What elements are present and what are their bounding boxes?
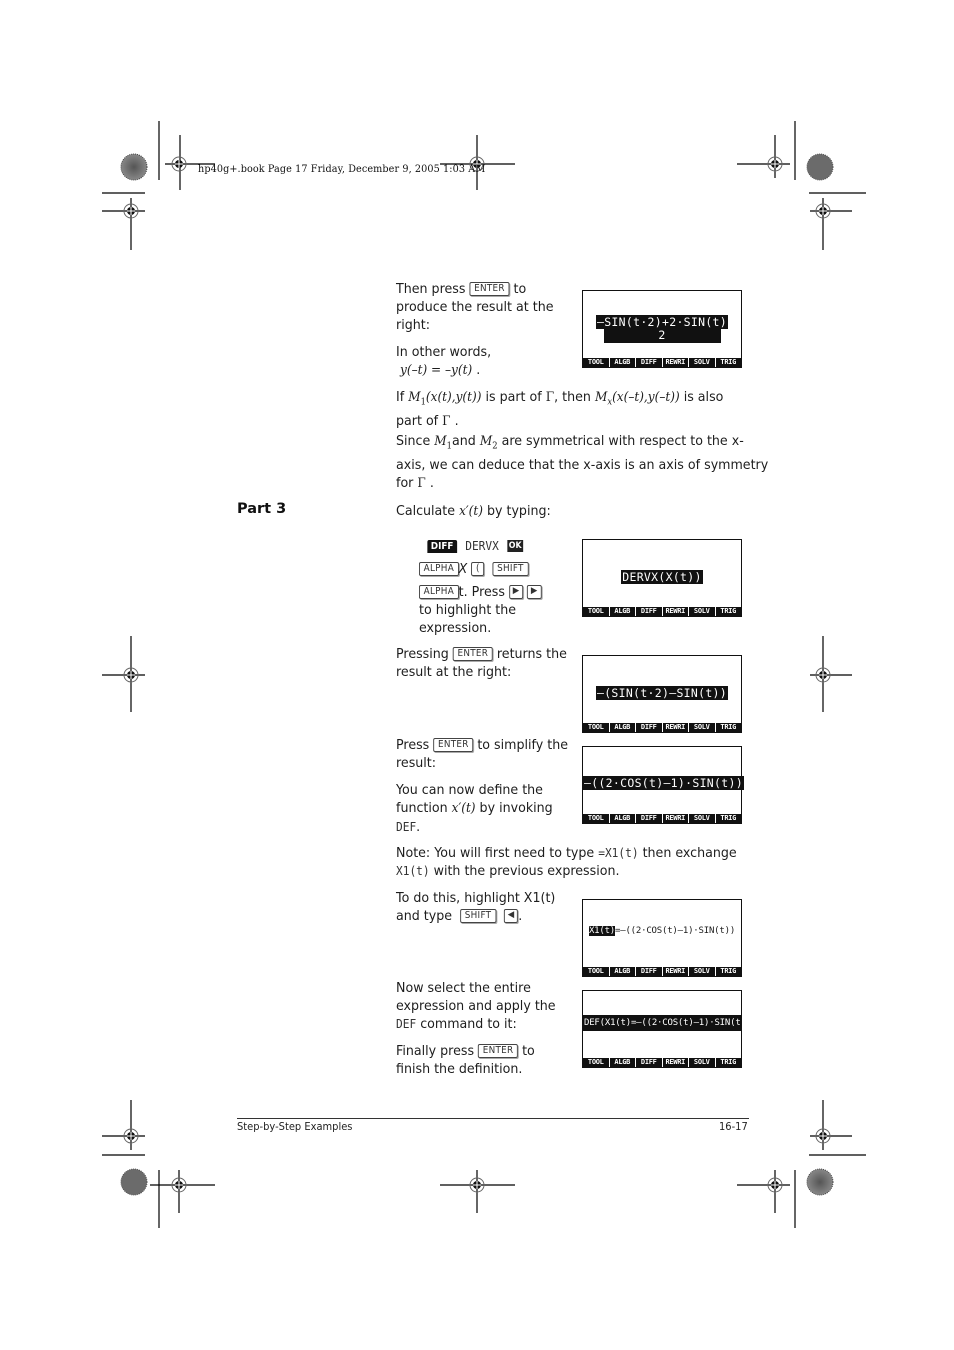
calculator-screen-simplified: –((2·COS(t)–1)·SIN(t)) TOOL ALGB DIFF REWRI… [582, 746, 744, 824]
enter-key: ENTER [478, 1044, 519, 1058]
screen-expression: DEF(X1(t)=–((2·COS(t)–1)·SIN(t))) [584, 1018, 757, 1028]
left-arrow-key: ◀ [504, 909, 519, 923]
math-m1: M1(x(t),y(t)) [408, 390, 482, 408]
screen-expression-line2: 2 [603, 328, 721, 343]
print-slug: hp40g+.book Page 17 Friday, December 9, … [198, 163, 486, 175]
alpha-key: ALPHA [419, 562, 459, 576]
softkey-menu: TOOL ALGB DIFF REWRI SOLV TRIG [583, 814, 741, 823]
section-heading-part-3: Part 3 [237, 501, 287, 517]
paragraph-pressing: Pressing ENTER returns the result at the… [396, 646, 567, 680]
enter-key: ENTER [452, 647, 493, 661]
diff-softkey: DIFF [427, 539, 458, 553]
math-mx: Mx(x(–t),y(–t)) [594, 390, 680, 408]
alpha-key: ALPHA [419, 585, 459, 599]
calculator-screen-dervx: DERVX(X(t)) TOOL ALGB DIFF REWRI SOLV TRIG [582, 539, 742, 617]
screen-expression: –((2·COS(t)–1)·SIN(t)) [583, 776, 744, 790]
keystroke-sequence: DIFF DERVX OK ALPHA X ( SHIFT ALPHA t. Pre… [419, 535, 542, 604]
calculator-screen-result-1: –SIN(t·2)+2·SIN(t) 2 TOOL ALGB DIFF REWRI SO… [582, 290, 742, 368]
right-arrow-key: ▶ [508, 585, 524, 599]
footer-rule [237, 1118, 749, 1119]
enter-key: ENTER [469, 282, 510, 296]
screen-expression: DERVX(X(t)) [621, 570, 703, 584]
softkey-menu: TOOL ALGB DIFF REWRI SOLV TRIG [583, 607, 741, 616]
screen-expression: –(SIN(t·2)–SIN(t)) [595, 686, 729, 700]
calculator-screen-derivative: –(SIN(t·2)–SIN(t)) TOOL ALGB DIFF REWRI SOLV… [582, 655, 742, 733]
equation-y-odd: y(–t) = –y(t) [400, 363, 473, 378]
softkey-menu: TOOL ALGB DIFF REWRI SOLV TRIG [583, 723, 741, 732]
paragraph-to-do-this: To do this, highlight X1(t) and type SHI… [396, 890, 556, 924]
calculator-screen-x1-equation: X1(t)=–((2·COS(t)–1)·SIN(t)) TOOL ALGB DIF… [582, 899, 742, 977]
softkey-menu: TOOL ALGB DIFF REWRI SOLV TRIG [583, 967, 741, 976]
enter-key: ENTER [433, 738, 474, 752]
paragraph-note: Note: You will first need to type =X1(t)… [396, 845, 737, 879]
paragraph-press-simplify: Press ENTER to simplify the result: [396, 737, 568, 771]
footer-page-number: 16-17 [719, 1120, 748, 1133]
paragraph-in-other-words: In other words, y(–t) = –y(t) . [396, 344, 492, 378]
paragraph-symmetry: Since M1and M2 are symmetrical with resp… [396, 433, 769, 491]
softkey-menu: TOOL ALGB DIFF REWRI SOLV TRIG [583, 1058, 741, 1067]
paragraph-if-m1: If M1(x(t),y(t)) is part of Γ, then Mx(x… [396, 389, 724, 429]
calculator-screen-def: DEF(X1(t)=–((2·COS(t)–1)·SIN(t))) TOOL AL… [582, 990, 756, 1068]
paragraph-select-entire: Now select the entire expression and app… [396, 980, 556, 1032]
paren-key: ( [471, 562, 485, 576]
ok-softkey: OK [506, 540, 524, 552]
softkey-menu: TOOL ALGB DIFF REWRI SOLV TRIG [583, 358, 741, 367]
paragraph-then-press: Then press ENTER to produce the result a… [396, 281, 554, 333]
paragraph-define-function: You can now define the function x′(t) by… [396, 782, 553, 835]
paragraph-highlight: to highlight the expression. [419, 602, 517, 636]
paragraph-finally: Finally press ENTER to finish the defini… [396, 1043, 535, 1077]
shift-key: SHIFT [492, 562, 529, 576]
shift-key: SHIFT [460, 909, 496, 923]
highlighted-x1: X1(t) [588, 926, 616, 936]
paragraph-calculate: Calculate x′(t) by typing: [396, 503, 551, 519]
right-arrow-key: ▶ [527, 585, 542, 599]
footer-chapter-title: Step-by-Step Examples [237, 1120, 353, 1133]
